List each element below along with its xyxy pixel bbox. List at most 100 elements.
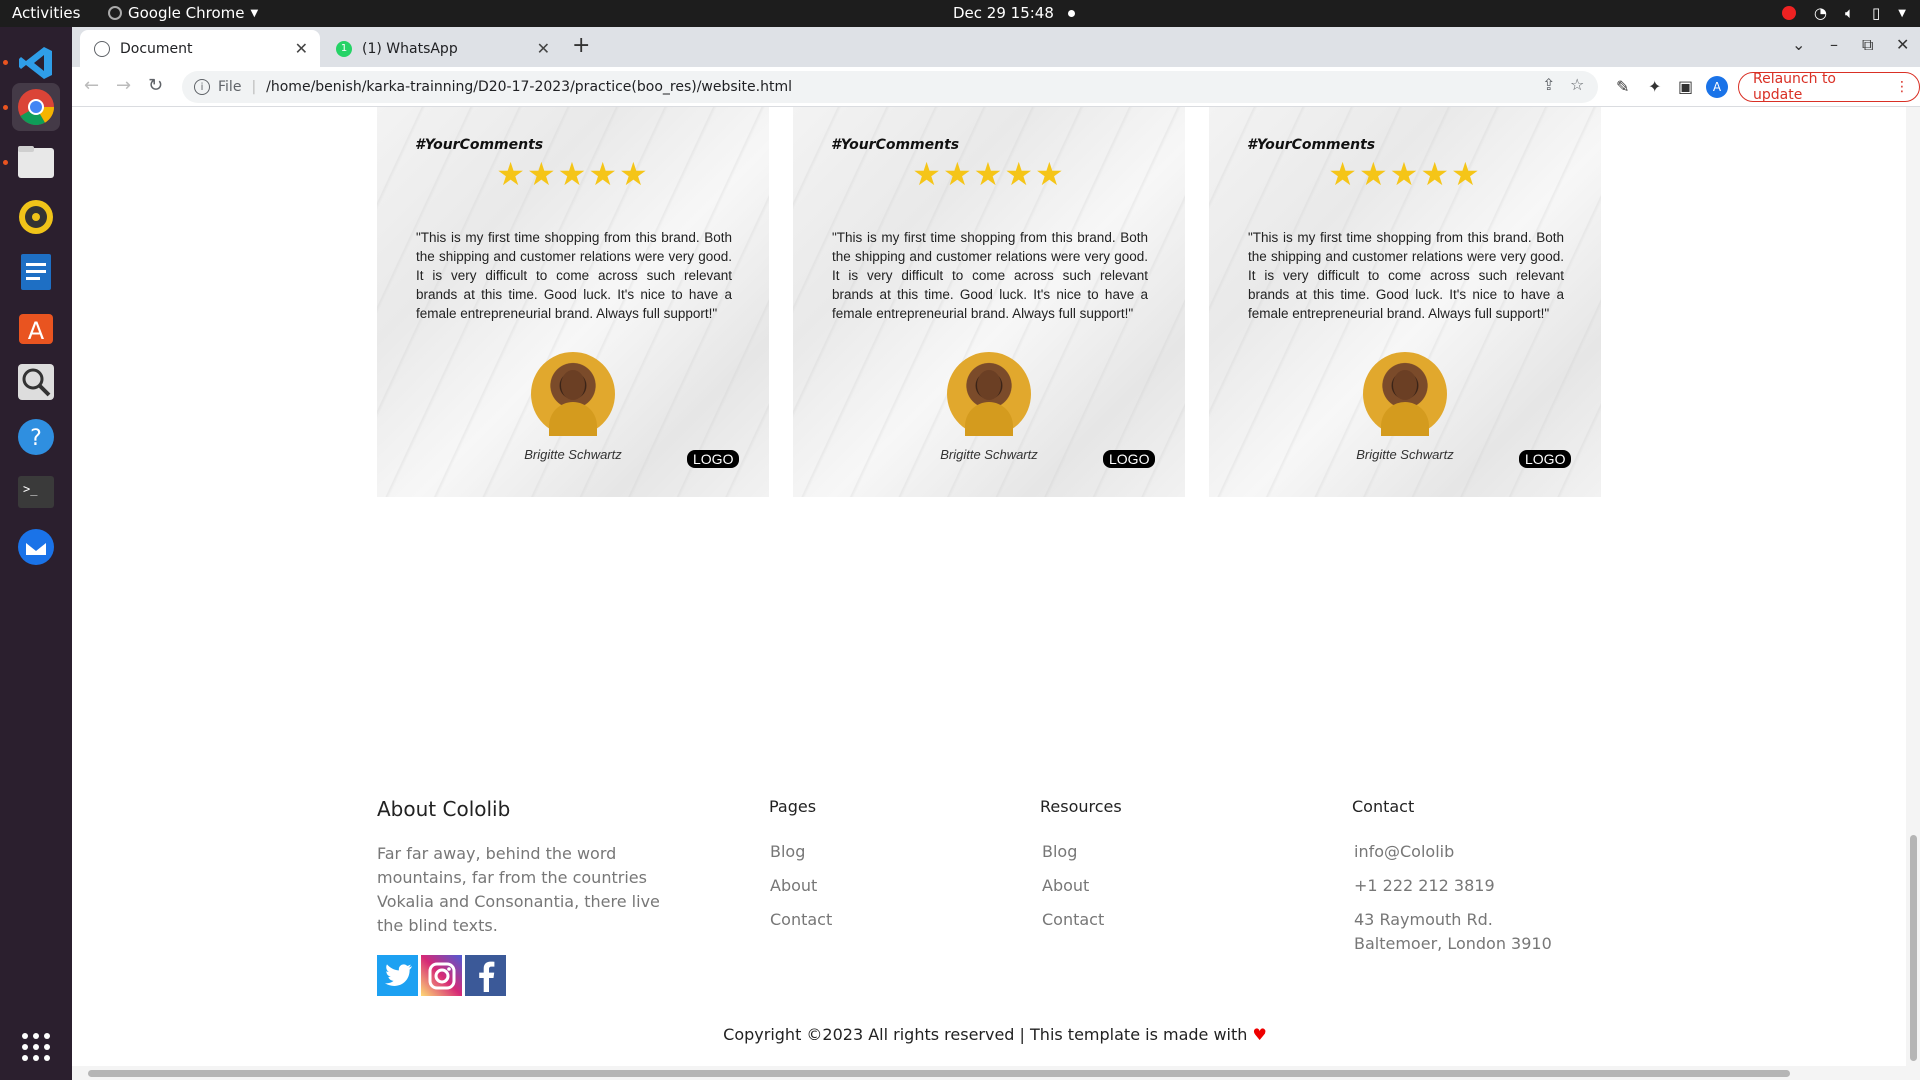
testimonial-card: #YourComments ★★★★★ "This is my first ti… bbox=[1209, 107, 1601, 497]
relaunch-label: Relaunch to update bbox=[1753, 71, 1837, 103]
app-center-icon[interactable]: A bbox=[12, 303, 60, 351]
footer-contact-phone[interactable]: +1 222 212 3819 bbox=[1354, 876, 1495, 895]
more-menu-icon[interactable]: ⋮ bbox=[1895, 79, 1909, 95]
horizontal-scrollbar[interactable] bbox=[72, 1066, 1920, 1080]
avatar-body bbox=[1381, 402, 1429, 436]
chrome-small-icon bbox=[108, 6, 122, 20]
relaunch-button[interactable]: Relaunch to update ⋮ bbox=[1738, 71, 1920, 103]
logo-badge: LOGO bbox=[687, 450, 740, 468]
thunderbird-icon[interactable] bbox=[12, 523, 60, 571]
running-indicator bbox=[3, 105, 8, 110]
heart-icon: ♥ bbox=[1252, 1025, 1267, 1044]
page-viewport: #YourComments ★★★★★ "This is my first ti… bbox=[72, 107, 1920, 1080]
running-indicator bbox=[3, 60, 8, 65]
show-apps-icon[interactable] bbox=[12, 1023, 60, 1071]
rating-stars-icon: ★★★★★ bbox=[912, 155, 1066, 193]
battery-icon: ▯ bbox=[1872, 4, 1881, 22]
files-icon[interactable] bbox=[12, 138, 60, 186]
share-icon[interactable]: ⇪ bbox=[1542, 75, 1555, 94]
footer-pages-title: Pages bbox=[769, 797, 817, 816]
terminal-icon[interactable]: >_ bbox=[12, 468, 60, 516]
svg-text:A: A bbox=[28, 317, 45, 345]
instagram-icon[interactable] bbox=[421, 955, 462, 996]
footer-resources-link-about[interactable]: About bbox=[1042, 876, 1089, 895]
vertical-scrollbar[interactable] bbox=[1906, 107, 1920, 1066]
close-tab-icon[interactable]: ✕ bbox=[295, 39, 308, 58]
footer-copyright: Copyright ©2023 All rights reserved | Th… bbox=[72, 1025, 1918, 1044]
help-icon[interactable]: ? bbox=[12, 413, 60, 461]
eyedropper-icon[interactable]: ✎ bbox=[1616, 77, 1629, 96]
footer-about-text: Far far away, behind the word mountains,… bbox=[377, 844, 660, 935]
app-menu[interactable]: Google Chrome ▼ bbox=[108, 4, 258, 22]
avatar bbox=[947, 352, 1031, 436]
chevron-down-icon: ▼ bbox=[1898, 7, 1906, 19]
profile-initial: A bbox=[1712, 80, 1722, 94]
testimonial-hashtag: #YourComments bbox=[415, 137, 544, 153]
footer-about-title: About Cololib bbox=[377, 797, 511, 821]
logo-badge: LOGO bbox=[1103, 450, 1156, 468]
chrome-icon[interactable] bbox=[12, 83, 60, 131]
system-top-bar: Activities Google Chrome ▼ Dec 29 15:48 … bbox=[0, 0, 1920, 27]
do-not-disturb-icon bbox=[1781, 6, 1796, 20]
footer-pages-link-contact[interactable]: Contact bbox=[770, 910, 832, 929]
back-icon[interactable]: ← bbox=[84, 75, 99, 96]
close-window-icon[interactable]: ✕ bbox=[1896, 35, 1909, 54]
tab-search-icon[interactable]: ⌄ bbox=[1792, 35, 1805, 54]
forward-icon[interactable]: → bbox=[116, 75, 131, 96]
extensions-icon[interactable]: ✦ bbox=[1648, 77, 1661, 96]
rhythmbox-icon[interactable] bbox=[12, 193, 60, 241]
testimonial-quote: "This is my first time shopping from thi… bbox=[416, 230, 732, 321]
testimonial-card: #YourComments ★★★★★ "This is my first ti… bbox=[377, 107, 769, 497]
footer-contact-address: 43 Raymouth Rd. Baltemoer, London 3910 bbox=[1354, 910, 1552, 953]
vertical-scrollbar-thumb[interactable] bbox=[1910, 835, 1917, 1061]
rating-stars-icon: ★★★★★ bbox=[496, 155, 650, 193]
testimonial-quote: "This is my first time shopping from thi… bbox=[832, 230, 1148, 321]
copyright-text: Copyright ©2023 All rights reserved | Th… bbox=[723, 1025, 1248, 1044]
address-bar[interactable]: i File | /home/benish/karka-trainning/D2… bbox=[182, 71, 1598, 103]
tab-label: Document bbox=[120, 40, 193, 57]
testimonial-hashtag: #YourComments bbox=[831, 137, 960, 153]
footer-resources-link-contact[interactable]: Contact bbox=[1042, 910, 1104, 929]
svg-text:>_: >_ bbox=[23, 482, 38, 496]
dock: A ? >_ bbox=[0, 27, 72, 1080]
facebook-icon[interactable] bbox=[465, 955, 506, 996]
footer-pages-link-blog[interactable]: Blog bbox=[770, 842, 805, 861]
avatar-body bbox=[549, 402, 597, 436]
new-tab-button[interactable]: + bbox=[572, 33, 590, 58]
footer-resources-link-blog[interactable]: Blog bbox=[1042, 842, 1077, 861]
address-separator: | bbox=[251, 79, 257, 95]
address-url: /home/benish/karka-trainning/D20-17-2023… bbox=[266, 79, 792, 95]
side-panel-icon[interactable]: ▣ bbox=[1678, 77, 1693, 96]
footer-pages-link-about[interactable]: About bbox=[770, 876, 817, 895]
bookmark-star-icon[interactable]: ☆ bbox=[1570, 75, 1584, 94]
avatar-face bbox=[561, 370, 585, 400]
footer-contact-title: Contact bbox=[1352, 797, 1415, 816]
rating-stars-icon: ★★★★★ bbox=[1328, 155, 1482, 193]
vscode-icon[interactable] bbox=[12, 39, 60, 87]
magnifier-icon[interactable] bbox=[12, 358, 60, 406]
footer-contact-email[interactable]: info@Cololib bbox=[1354, 842, 1454, 861]
avatar-body bbox=[965, 402, 1013, 436]
app-menu-label: Google Chrome bbox=[128, 4, 245, 22]
address-scheme: File bbox=[218, 79, 242, 95]
clock[interactable]: Dec 29 15:48 bbox=[953, 4, 1075, 22]
chevron-down-icon: ▼ bbox=[250, 7, 259, 19]
tab-whatsapp[interactable]: 1 (1) WhatsApp ✕ bbox=[322, 30, 562, 67]
writer-icon[interactable] bbox=[12, 248, 60, 296]
info-icon[interactable]: i bbox=[194, 79, 210, 95]
avatar bbox=[531, 352, 615, 436]
testimonial-hashtag: #YourComments bbox=[1247, 137, 1376, 153]
maximize-icon[interactable]: ⧉ bbox=[1862, 35, 1873, 55]
minimize-icon[interactable]: – bbox=[1830, 35, 1838, 54]
globe-icon bbox=[94, 40, 110, 57]
activities-button[interactable]: Activities bbox=[12, 4, 80, 22]
horizontal-scrollbar-thumb[interactable] bbox=[88, 1070, 1790, 1077]
close-tab-icon[interactable]: ✕ bbox=[537, 39, 550, 58]
reload-icon[interactable]: ↻ bbox=[148, 75, 163, 96]
system-tray[interactable]: ◔ 🔈︎ ▯ ▼ bbox=[1781, 4, 1906, 22]
tab-document[interactable]: Document ✕ bbox=[80, 30, 320, 67]
twitter-icon[interactable] bbox=[377, 955, 418, 996]
clock-label: Dec 29 15:48 bbox=[953, 4, 1054, 22]
browser-toolbar: ← → ↻ i File | /home/benish/karka-trainn… bbox=[72, 67, 1920, 107]
profile-avatar[interactable]: A bbox=[1706, 76, 1728, 98]
